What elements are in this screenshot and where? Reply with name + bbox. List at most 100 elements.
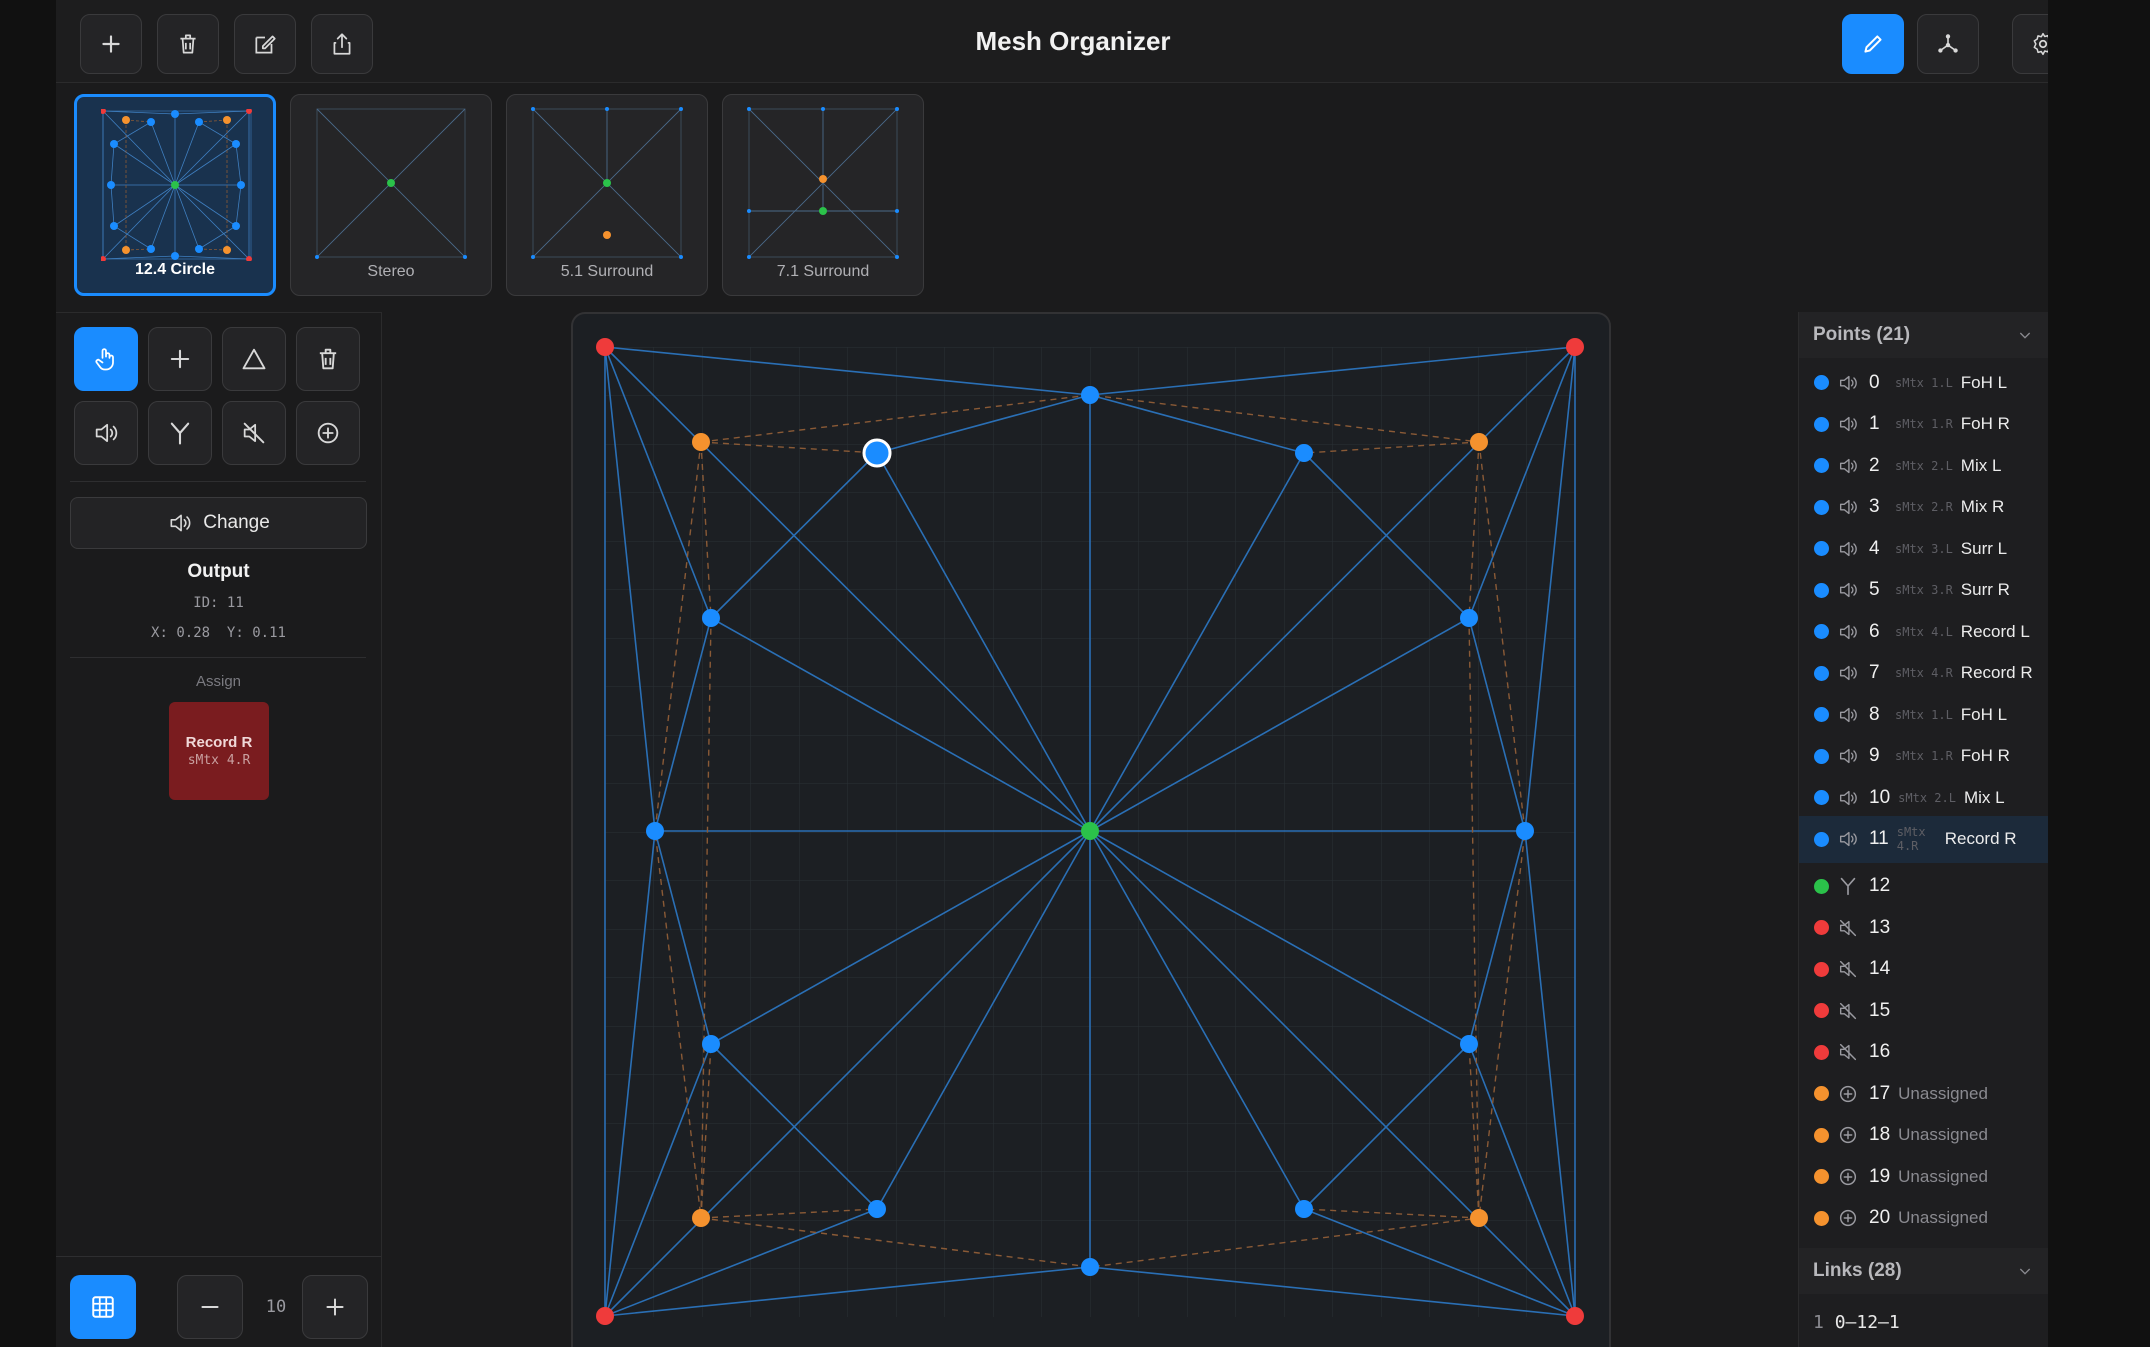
node-output[interactable] (1295, 1200, 1313, 1218)
point-type-dot (1814, 707, 1829, 722)
point-row[interactable]: 2 sMtx 2.L Mix L (1799, 445, 2048, 486)
node-unassigned[interactable] (692, 433, 710, 451)
point-row[interactable]: 9 sMtx 1.R FoH R (1799, 736, 2048, 777)
node-unassigned[interactable] (692, 1209, 710, 1227)
point-name: FoH R (1960, 414, 2010, 433)
preset-label: Stereo (367, 263, 415, 280)
preset-stereo[interactable]: Stereo (290, 94, 492, 296)
speaker-icon (1837, 745, 1859, 767)
mesh-canvas[interactable] (571, 312, 1611, 1347)
node-output[interactable] (1460, 609, 1478, 627)
zoom-out-button[interactable] (177, 1275, 243, 1339)
node-output[interactable] (702, 609, 720, 627)
speaker-muted-icon (1837, 1000, 1859, 1022)
preset-stereo-thumbnail (315, 108, 467, 259)
node-muted[interactable] (1566, 338, 1584, 356)
point-row[interactable]: 3 sMtx 2.R Mix R (1799, 487, 2048, 528)
assign-name: Record R (185, 734, 253, 751)
point-name: FoH L (1960, 372, 2008, 392)
node-output[interactable] (1516, 822, 1534, 840)
inspector-coordinates: X: 0.28 Y: 0.11 (56, 625, 381, 641)
node-muted[interactable] (1566, 1307, 1584, 1325)
point-type-dot (1814, 1044, 1829, 1060)
link-row[interactable]: 1 0–12–1 (1813, 1312, 1900, 1333)
preset-5-1-surround-thumbnail (531, 107, 683, 259)
point-type-dot (1814, 1086, 1829, 1101)
point-row[interactable]: 11 sMtx 4.R Record R (1799, 815, 2048, 863)
output-tool[interactable] (74, 401, 138, 465)
point-row[interactable]: 18 Unassigned (1799, 1115, 2048, 1156)
point-type-dot (1814, 541, 1829, 556)
point-name: Unassigned (1898, 1208, 1988, 1227)
point-id: 6 (1869, 620, 1880, 642)
point-row[interactable]: 8 sMtx 1.L FoH L (1799, 694, 2048, 735)
point-row[interactable]: 17 Unassigned (1799, 1073, 2048, 1114)
gear-icon (2033, 32, 2048, 56)
node-unassigned[interactable] (1470, 433, 1488, 451)
draw-mode-button[interactable] (1842, 14, 1904, 74)
point-channel: sMtx 4.L (1895, 624, 1953, 639)
node-output[interactable] (868, 1200, 886, 1218)
mesh-mode-button[interactable] (1917, 14, 1979, 74)
point-row[interactable]: 12 (1799, 866, 2048, 907)
zoom-in-button[interactable] (302, 1275, 368, 1339)
change-button[interactable]: Change (70, 497, 367, 549)
node-muted[interactable] (596, 1307, 614, 1325)
point-type-dot (1814, 748, 1829, 764)
point-row[interactable]: 16 (1799, 1032, 2048, 1073)
point-name: Record R (1944, 829, 2017, 848)
point-row[interactable]: 0 sMtx 1.L FoH L (1799, 362, 2048, 403)
split-tool[interactable] (148, 401, 212, 465)
zoom-value: 10 (265, 1297, 287, 1317)
point-name: FoH L (1960, 704, 2008, 724)
node-output[interactable] (1460, 1035, 1478, 1053)
grid-toggle-button[interactable] (70, 1275, 136, 1339)
graph-icon (1938, 34, 1958, 53)
unassigned-tool[interactable] (296, 401, 360, 465)
inspector-y: Y: 0.11 (226, 625, 286, 641)
points-header[interactable]: Points (21) (1799, 312, 2048, 358)
triangle-tool[interactable] (222, 327, 286, 391)
add-point-tool[interactable] (148, 327, 212, 391)
point-channel: sMtx 2.R (1895, 500, 1953, 514)
point-type-dot (1814, 831, 1829, 847)
point-row[interactable]: 7 sMtx 4.R Record R (1799, 653, 2048, 694)
node-output[interactable] (702, 1035, 720, 1053)
point-row[interactable]: 1 sMtx 1.R FoH R (1799, 404, 2048, 445)
preset-7-1-surround[interactable]: 7.1 Surround (722, 94, 924, 296)
grid-icon (92, 1296, 114, 1318)
point-row[interactable]: 13 (1799, 907, 2048, 948)
speaker-icon (1837, 455, 1859, 477)
assign-card[interactable]: Record R sMtx 4.R (169, 702, 269, 800)
point-row[interactable]: 6 sMtx 4.L Record L (1799, 611, 2048, 652)
node-output-selected[interactable] (862, 438, 892, 468)
settings-button[interactable] (2012, 14, 2048, 74)
node-output[interactable] (646, 822, 664, 840)
preset-5-1-surround[interactable]: 5.1 Surround (506, 94, 708, 296)
divider (56, 1256, 381, 1257)
point-row[interactable]: 14 (1799, 949, 2048, 990)
node-output[interactable] (1081, 1258, 1099, 1276)
mute-tool[interactable] (222, 401, 286, 465)
point-type-dot (1814, 624, 1829, 639)
speaker-muted-icon (1837, 917, 1859, 939)
point-row[interactable]: 5 sMtx 3.R Surr R (1799, 570, 2048, 611)
node-output[interactable] (1081, 386, 1099, 404)
delete-tool[interactable] (296, 327, 360, 391)
point-name: Record L (1960, 621, 2030, 641)
node-unassigned[interactable] (1470, 1209, 1488, 1227)
preset-12-4-circle[interactable]: 12.4 Circle (74, 94, 276, 296)
point-row[interactable]: 10 sMtx 2.L Mix L (1799, 777, 2048, 818)
point-row[interactable]: 20 Unassigned (1799, 1198, 2048, 1239)
point-row[interactable]: 4 sMtx 3.L Surr L (1799, 528, 2048, 569)
node-split[interactable] (1081, 822, 1099, 840)
node-muted[interactable] (596, 338, 614, 356)
point-row[interactable]: 15 (1799, 990, 2048, 1031)
plus-circle-icon (1837, 1083, 1859, 1105)
select-tool[interactable] (74, 327, 138, 391)
point-row[interactable]: 19 Unassigned (1799, 1156, 2048, 1197)
mesh-graph[interactable] (571, 312, 1611, 1347)
node-output[interactable] (1295, 444, 1313, 462)
point-channel: sMtx 3.L (1895, 541, 1953, 556)
links-header[interactable]: Links (28) (1799, 1248, 2048, 1294)
